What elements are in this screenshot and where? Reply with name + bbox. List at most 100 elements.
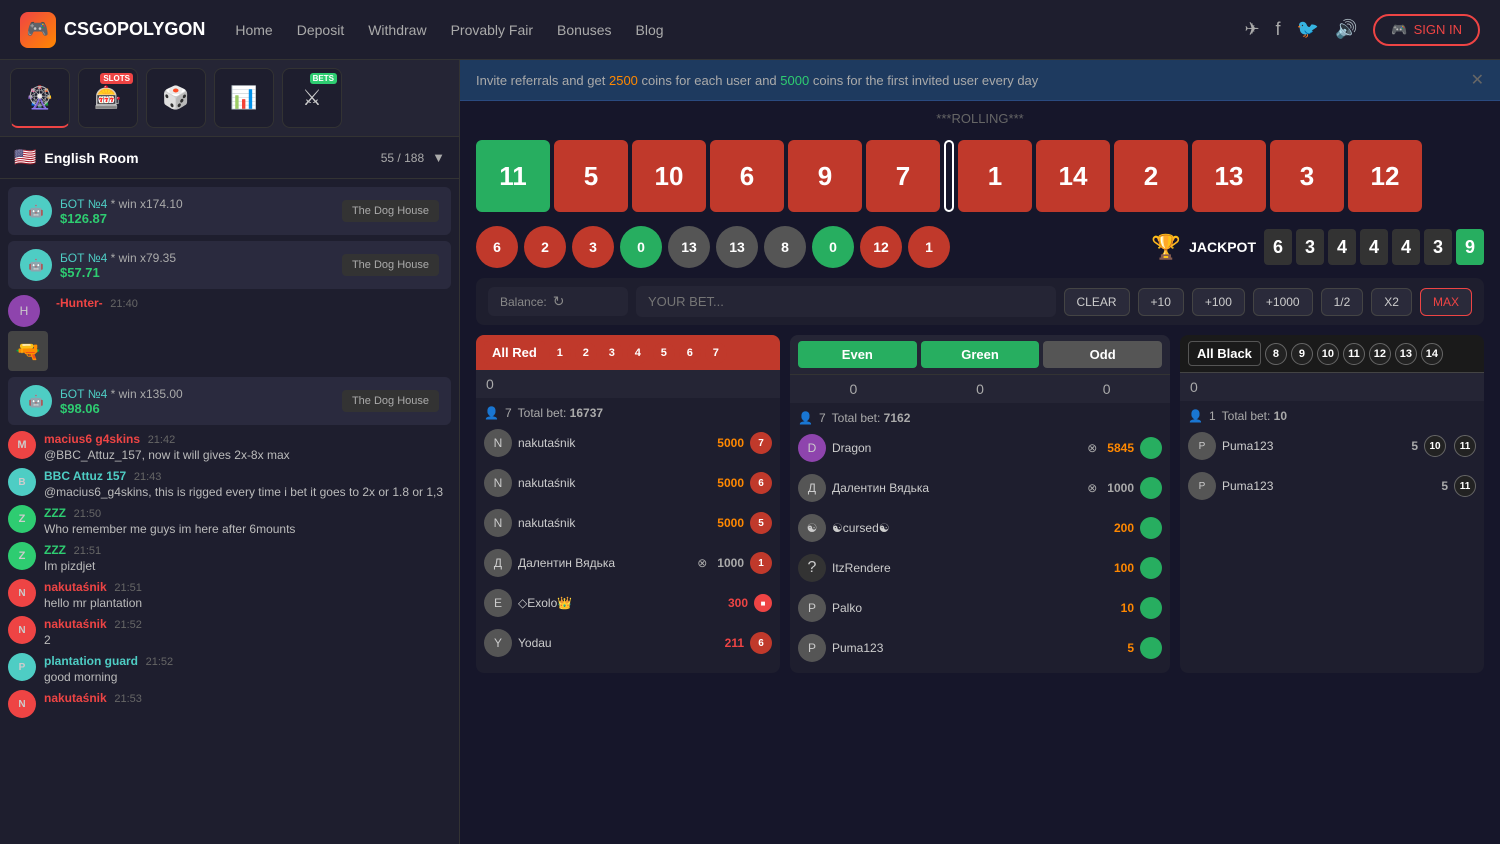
hunter-image: 🔫 xyxy=(8,331,48,371)
pnum-palko xyxy=(1140,597,1162,619)
half-button[interactable]: 1/2 xyxy=(1321,288,1364,316)
pa-cursed: ☯ xyxy=(798,514,826,542)
text-zzz2: ZZZ 21:51 Im pizdjet xyxy=(44,542,451,573)
tab-roulette[interactable]: 🎡 xyxy=(10,68,70,128)
odd-button[interactable]: Odd xyxy=(1043,341,1162,368)
bet-bar: Balance: ↻ CLEAR +10 +100 +1000 1/2 X2 M… xyxy=(476,278,1484,325)
avatar-zzz2: Z xyxy=(8,542,36,570)
pnum-itz xyxy=(1140,557,1162,579)
hunter-avatar-container: H 🔫 xyxy=(8,295,48,371)
pn-itz: ItzRendere xyxy=(832,561,1108,575)
navbar: 🎮 CSGOPOLYGON Home Deposit Withdraw Prov… xyxy=(0,0,1500,60)
player-row-cursed: ☯ ☯cursed☯ 200 xyxy=(798,511,1162,545)
odd-stat: 0 xyxy=(1103,381,1111,397)
x2-button[interactable]: X2 xyxy=(1371,288,1412,316)
banner-close-icon[interactable]: ✕ xyxy=(1471,70,1484,90)
player-row-dragon: D Dragon ⊗ 5845 xyxy=(798,431,1162,465)
banner: Invite referrals and get 2500 coins for … xyxy=(460,60,1500,101)
room-dropdown-icon[interactable]: ▼ xyxy=(432,150,445,165)
person-icon-black: 👤 xyxy=(1188,409,1203,423)
tab-slots[interactable]: 🎰 SLOTS xyxy=(78,68,138,128)
coin-icon-dal: ⊗ xyxy=(697,556,707,570)
chat-msg-macius: M macius6 g4skins 21:42 @BBC_Attuz_157, … xyxy=(8,431,451,462)
nav-provably-fair[interactable]: Provably Fair xyxy=(451,22,533,38)
num-1[interactable]: 1 xyxy=(549,342,571,364)
nav-home[interactable]: Home xyxy=(235,22,272,38)
num-13[interactable]: 13 xyxy=(1395,343,1417,365)
num-5[interactable]: 5 xyxy=(653,342,675,364)
plus10-button[interactable]: +10 xyxy=(1138,288,1184,316)
plus1000-button[interactable]: +1000 xyxy=(1253,288,1313,316)
facebook-icon[interactable]: f xyxy=(1276,19,1281,40)
tab-chart[interactable]: 📊 xyxy=(214,68,274,128)
nav-deposit[interactable]: Deposit xyxy=(297,22,344,38)
name-zzz1: ZZZ xyxy=(44,506,66,520)
pa-dal2: Д xyxy=(798,474,826,502)
num-9[interactable]: 9 xyxy=(1291,343,1313,365)
ball-0b: 0 xyxy=(812,226,854,268)
green-button[interactable]: Green xyxy=(921,341,1040,368)
pa-dal: Д xyxy=(484,549,512,577)
nav-withdraw[interactable]: Withdraw xyxy=(368,22,426,38)
slots-icon: 🎰 xyxy=(94,85,121,111)
telegram-icon[interactable]: ✈ xyxy=(1244,19,1259,40)
num-11[interactable]: 11 xyxy=(1343,343,1365,365)
content-macius: @BBC_Attuz_157, now it will gives 2x-8x … xyxy=(44,448,451,462)
slot-6: 6 xyxy=(710,140,784,212)
win-game-btn-2[interactable]: The Dog House xyxy=(342,254,439,276)
plus100-button[interactable]: +100 xyxy=(1192,288,1245,316)
even-header: Even Green Odd xyxy=(790,335,1170,374)
twitter-icon[interactable]: 🐦 xyxy=(1297,19,1319,40)
sound-icon[interactable]: 🔊 xyxy=(1335,19,1357,40)
nav-bonuses[interactable]: Bonuses xyxy=(557,22,611,38)
all-black-button[interactable]: All Black xyxy=(1188,341,1261,366)
num-12[interactable]: 12 xyxy=(1369,343,1391,365)
num-14[interactable]: 14 xyxy=(1421,343,1443,365)
max-button[interactable]: MAX xyxy=(1420,288,1472,316)
slot-1: 1 xyxy=(958,140,1032,212)
slot-9: 9 xyxy=(788,140,862,212)
pa-puma-even: P xyxy=(798,634,826,662)
name-macius: macius6 g4skins xyxy=(44,432,140,446)
num-4[interactable]: 4 xyxy=(627,342,649,364)
pa-naku2: N xyxy=(484,469,512,497)
even-total-label: Total bet: 7162 xyxy=(832,411,1162,425)
num-3[interactable]: 3 xyxy=(601,342,623,364)
win-card-3: 🤖 БОТ №4 * win x135.00 $98.06 The Dog Ho… xyxy=(8,377,451,425)
room-flag: 🇺🇸 xyxy=(14,147,36,168)
ball-0a: 0 xyxy=(620,226,662,268)
win-game-btn-3[interactable]: The Dog House xyxy=(342,390,439,412)
tab-vs[interactable]: ⚔ BETS xyxy=(282,68,342,128)
banner-text3: coins for the first invited user every d… xyxy=(813,73,1038,88)
num-2[interactable]: 2 xyxy=(575,342,597,364)
avatar-macius: M xyxy=(8,431,36,459)
time-macius: 21:42 xyxy=(148,434,176,446)
player-row-naku3: N nakutaśnik 5000 5 xyxy=(484,506,772,540)
clear-button[interactable]: CLEAR xyxy=(1064,288,1130,316)
room-header: 🇺🇸 English Room 55 / 188 ▼ xyxy=(0,137,459,179)
num-7[interactable]: 7 xyxy=(705,342,727,364)
red-player-count: 7 xyxy=(505,406,512,420)
nav-blog[interactable]: Blog xyxy=(636,22,664,38)
banner-text1: Invite referrals and get xyxy=(476,73,605,88)
even-button[interactable]: Even xyxy=(798,341,917,368)
pb-naku1: 5000 xyxy=(717,436,744,450)
pn-exolo: ◇Exolo👑 xyxy=(518,596,722,610)
logo[interactable]: 🎮 CSGOPOLYGON xyxy=(20,12,205,48)
balance-refresh-icon[interactable]: ↻ xyxy=(553,293,565,310)
sign-in-button[interactable]: 🎮 SIGN IN xyxy=(1373,14,1480,46)
win-game-btn-1[interactable]: The Dog House xyxy=(342,200,439,222)
time-naku3: 21:53 xyxy=(114,693,142,705)
pb-puma-even: 5 xyxy=(1127,641,1134,655)
pnum-yodau: 6 xyxy=(750,632,772,654)
bet-input[interactable] xyxy=(636,286,1056,317)
tab-dice[interactable]: 🎲 xyxy=(146,68,206,128)
num-10[interactable]: 10 xyxy=(1317,343,1339,365)
name-plant: plantation guard xyxy=(44,654,138,668)
chat-area[interactable]: 🤖 БОТ №4 * win x174.10 $126.87 The Dog H… xyxy=(0,179,459,844)
num-8[interactable]: 8 xyxy=(1265,343,1287,365)
all-red-button[interactable]: All Red xyxy=(484,341,545,364)
num-6[interactable]: 6 xyxy=(679,342,701,364)
content-bbc: @macius6_g4skins, this is rigged every t… xyxy=(44,485,451,499)
pa-naku3: N xyxy=(484,509,512,537)
